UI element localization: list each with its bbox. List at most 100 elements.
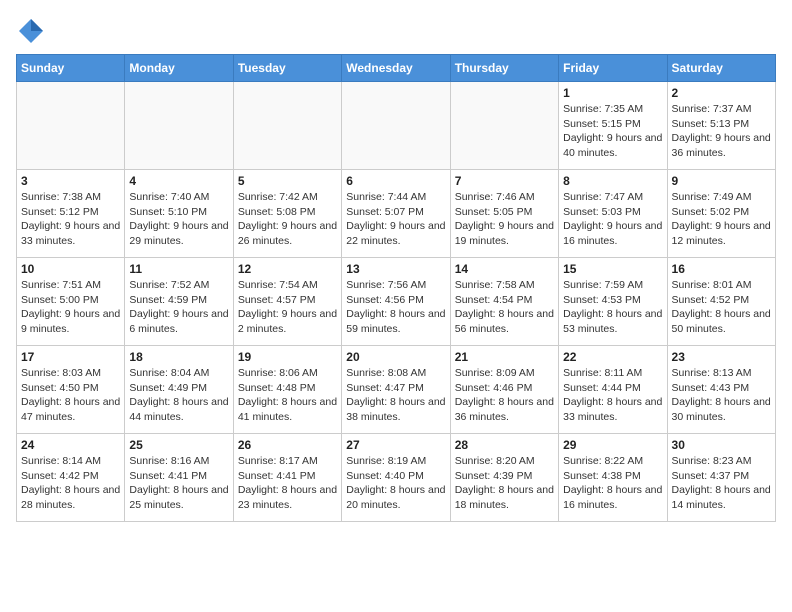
weekday-header-tuesday: Tuesday [233,55,341,82]
calendar-cell: 24 Sunrise: 8:14 AM Sunset: 4:42 PM Dayli… [17,434,125,522]
calendar-cell: 9Sunrise: 7:49 AM Sunset: 5:02 PM Daylig… [667,170,775,258]
calendar-header-row: SundayMondayTuesdayWednesdayThursdayFrid… [17,55,776,82]
day-info: Sunrise: 7:49 AM Sunset: 5:02 PM Dayligh… [672,190,771,249]
day-number: 14 [455,262,554,276]
day-info: Sunrise: 7:54 AM Sunset: 4:57 PM Dayligh… [238,278,337,337]
day-info: Sunrise: 8:14 AM Sunset: 4:42 PM Dayligh… [21,454,120,513]
day-info: Sunrise: 8:04 AM Sunset: 4:49 PM Dayligh… [129,366,228,425]
calendar-cell: 6 Sunrise: 7:44 AM Sunset: 5:07 PM Daylig… [342,170,450,258]
day-number: 23 [672,350,771,364]
day-number: 18 [129,350,228,364]
day-info: Sunrise: 8:01 AM Sunset: 4:52 PM Dayligh… [672,278,771,337]
weekday-header-friday: Friday [559,55,667,82]
calendar-body: 1 Sunrise: 7:35 AM Sunset: 5:15 PM Daylig… [17,82,776,522]
calendar-cell: 8 Sunrise: 7:47 AM Sunset: 5:03 PM Daylig… [559,170,667,258]
day-info: Sunrise: 8:19 AM Sunset: 4:40 PM Dayligh… [346,454,445,513]
calendar-cell: 27 Sunrise: 8:19 AM Sunset: 4:40 PM Dayli… [342,434,450,522]
weekday-header-wednesday: Wednesday [342,55,450,82]
day-info: Sunrise: 7:44 AM Sunset: 5:07 PM Dayligh… [346,190,445,249]
day-number: 29 [563,438,662,452]
calendar-cell: 3 Sunrise: 7:38 AM Sunset: 5:12 PM Daylig… [17,170,125,258]
day-number: 8 [563,174,662,188]
day-info: Sunrise: 8:20 AM Sunset: 4:39 PM Dayligh… [455,454,554,513]
day-number: 15 [563,262,662,276]
calendar-cell [342,82,450,170]
day-info: Sunrise: 7:47 AM Sunset: 5:03 PM Dayligh… [563,190,662,249]
calendar-cell: 26Sunrise: 8:17 AM Sunset: 4:41 PM Dayli… [233,434,341,522]
day-info: Sunrise: 7:52 AM Sunset: 4:59 PM Dayligh… [129,278,228,337]
day-info: Sunrise: 8:08 AM Sunset: 4:47 PM Dayligh… [346,366,445,425]
day-number: 16 [672,262,771,276]
day-info: Sunrise: 7:35 AM Sunset: 5:15 PM Dayligh… [563,102,662,161]
logo-icon [16,16,46,46]
day-info: Sunrise: 8:16 AM Sunset: 4:41 PM Dayligh… [129,454,228,513]
day-number: 25 [129,438,228,452]
day-info: Sunrise: 8:23 AM Sunset: 4:37 PM Dayligh… [672,454,771,513]
day-number: 30 [672,438,771,452]
logo [16,16,50,46]
calendar-cell: 15 Sunrise: 7:59 AM Sunset: 4:53 PM Dayli… [559,258,667,346]
day-number: 22 [563,350,662,364]
day-info: Sunrise: 7:59 AM Sunset: 4:53 PM Dayligh… [563,278,662,337]
page-header [16,16,776,46]
day-info: Sunrise: 8:13 AM Sunset: 4:43 PM Dayligh… [672,366,771,425]
calendar-cell: 11Sunrise: 7:52 AM Sunset: 4:59 PM Dayli… [125,258,233,346]
calendar-week-2: 10 Sunrise: 7:51 AM Sunset: 5:00 PM Dayli… [17,258,776,346]
day-info: Sunrise: 7:56 AM Sunset: 4:56 PM Dayligh… [346,278,445,337]
day-number: 12 [238,262,337,276]
calendar-cell: 17 Sunrise: 8:03 AM Sunset: 4:50 PM Dayli… [17,346,125,434]
calendar-cell: 5Sunrise: 7:42 AM Sunset: 5:08 PM Daylig… [233,170,341,258]
calendar-cell: 23 Sunrise: 8:13 AM Sunset: 4:43 PM Dayli… [667,346,775,434]
day-info: Sunrise: 8:17 AM Sunset: 4:41 PM Dayligh… [238,454,337,513]
day-number: 10 [21,262,120,276]
calendar-cell: 20 Sunrise: 8:08 AM Sunset: 4:47 PM Dayli… [342,346,450,434]
day-number: 27 [346,438,445,452]
calendar-cell: 21 Sunrise: 8:09 AM Sunset: 4:46 PM Dayli… [450,346,558,434]
day-number: 4 [129,174,228,188]
day-number: 1 [563,86,662,100]
calendar-cell [17,82,125,170]
weekday-header-sunday: Sunday [17,55,125,82]
day-info: Sunrise: 8:03 AM Sunset: 4:50 PM Dayligh… [21,366,120,425]
calendar-cell [125,82,233,170]
day-number: 17 [21,350,120,364]
day-number: 20 [346,350,445,364]
calendar-cell: 30 Sunrise: 8:23 AM Sunset: 4:37 PM Dayli… [667,434,775,522]
day-info: Sunrise: 7:58 AM Sunset: 4:54 PM Dayligh… [455,278,554,337]
day-info: Sunrise: 7:40 AM Sunset: 5:10 PM Dayligh… [129,190,228,249]
day-number: 2 [672,86,771,100]
calendar-cell: 19 Sunrise: 8:06 AM Sunset: 4:48 PM Dayli… [233,346,341,434]
calendar-table: SundayMondayTuesdayWednesdayThursdayFrid… [16,54,776,522]
day-number: 24 [21,438,120,452]
calendar-cell: 22Sunrise: 8:11 AM Sunset: 4:44 PM Dayli… [559,346,667,434]
day-number: 28 [455,438,554,452]
day-info: Sunrise: 7:51 AM Sunset: 5:00 PM Dayligh… [21,278,120,337]
day-info: Sunrise: 7:37 AM Sunset: 5:13 PM Dayligh… [672,102,771,161]
day-number: 6 [346,174,445,188]
calendar-cell: 16 Sunrise: 8:01 AM Sunset: 4:52 PM Dayli… [667,258,775,346]
calendar-week-4: 24 Sunrise: 8:14 AM Sunset: 4:42 PM Dayli… [17,434,776,522]
calendar-week-3: 17 Sunrise: 8:03 AM Sunset: 4:50 PM Dayli… [17,346,776,434]
day-number: 19 [238,350,337,364]
day-info: Sunrise: 7:42 AM Sunset: 5:08 PM Dayligh… [238,190,337,249]
weekday-header-saturday: Saturday [667,55,775,82]
calendar-cell: 14 Sunrise: 7:58 AM Sunset: 4:54 PM Dayli… [450,258,558,346]
calendar-cell: 12 Sunrise: 7:54 AM Sunset: 4:57 PM Dayli… [233,258,341,346]
calendar-cell: 18 Sunrise: 8:04 AM Sunset: 4:49 PM Dayli… [125,346,233,434]
calendar-cell: 28 Sunrise: 8:20 AM Sunset: 4:39 PM Dayli… [450,434,558,522]
calendar-cell: 29 Sunrise: 8:22 AM Sunset: 4:38 PM Dayli… [559,434,667,522]
day-info: Sunrise: 8:09 AM Sunset: 4:46 PM Dayligh… [455,366,554,425]
calendar-week-0: 1 Sunrise: 7:35 AM Sunset: 5:15 PM Daylig… [17,82,776,170]
weekday-header-monday: Monday [125,55,233,82]
day-number: 21 [455,350,554,364]
calendar-cell: 10 Sunrise: 7:51 AM Sunset: 5:00 PM Dayli… [17,258,125,346]
calendar-cell [233,82,341,170]
calendar-cell: 25 Sunrise: 8:16 AM Sunset: 4:41 PM Dayli… [125,434,233,522]
calendar-cell: 4 Sunrise: 7:40 AM Sunset: 5:10 PM Daylig… [125,170,233,258]
day-number: 3 [21,174,120,188]
calendar-cell: 7Sunrise: 7:46 AM Sunset: 5:05 PM Daylig… [450,170,558,258]
calendar-cell: 13Sunrise: 7:56 AM Sunset: 4:56 PM Dayli… [342,258,450,346]
day-info: Sunrise: 8:06 AM Sunset: 4:48 PM Dayligh… [238,366,337,425]
day-info: Sunrise: 7:38 AM Sunset: 5:12 PM Dayligh… [21,190,120,249]
day-info: Sunrise: 8:22 AM Sunset: 4:38 PM Dayligh… [563,454,662,513]
